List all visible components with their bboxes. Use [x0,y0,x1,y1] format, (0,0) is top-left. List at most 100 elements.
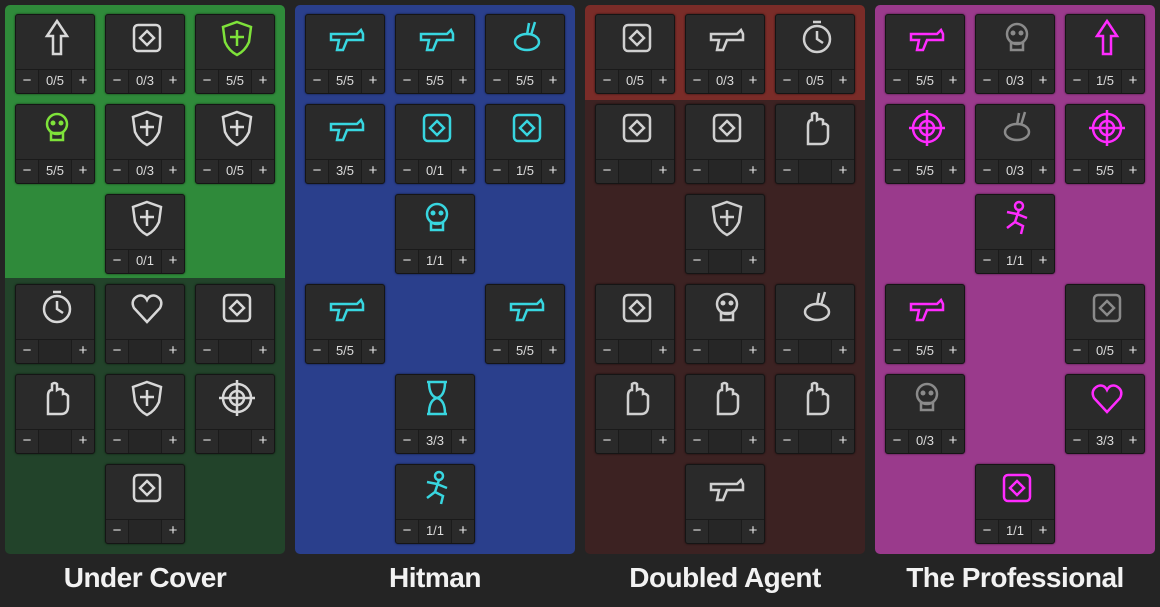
decrease-rank-button[interactable]: − [596,160,618,183]
skill-slot[interactable]: −0/5 + [595,14,675,94]
increase-rank-button[interactable]: + [72,340,94,363]
skill-slot[interactable]: −5/5 + [305,284,385,364]
decrease-rank-button[interactable]: − [976,520,998,543]
decrease-rank-button[interactable]: − [106,70,128,93]
skill-slot[interactable]: −1/5 + [1065,14,1145,94]
increase-rank-button[interactable]: + [1122,430,1144,453]
increase-rank-button[interactable]: + [652,70,674,93]
increase-rank-button[interactable]: + [162,520,184,543]
skill-slot[interactable]: − + [105,374,185,454]
decrease-rank-button[interactable]: − [776,70,798,93]
decrease-rank-button[interactable]: − [976,70,998,93]
decrease-rank-button[interactable]: − [596,340,618,363]
increase-rank-button[interactable]: + [452,520,474,543]
decrease-rank-button[interactable]: − [1066,160,1088,183]
decrease-rank-button[interactable]: − [886,160,908,183]
skill-slot[interactable]: − + [685,374,765,454]
skill-slot[interactable]: −1/1 + [975,464,1055,544]
skill-slot[interactable]: −0/3 + [975,14,1055,94]
skill-slot[interactable]: −5/5 + [15,104,95,184]
increase-rank-button[interactable]: + [162,340,184,363]
skill-slot[interactable]: − + [775,374,855,454]
increase-rank-button[interactable]: + [742,340,764,363]
increase-rank-button[interactable]: + [832,430,854,453]
increase-rank-button[interactable]: + [742,520,764,543]
increase-rank-button[interactable]: + [72,70,94,93]
skill-slot[interactable]: −0/3 + [885,374,965,454]
increase-rank-button[interactable]: + [162,250,184,273]
decrease-rank-button[interactable]: − [886,70,908,93]
decrease-rank-button[interactable]: − [686,160,708,183]
skill-slot[interactable]: − + [775,284,855,364]
decrease-rank-button[interactable]: − [686,340,708,363]
increase-rank-button[interactable]: + [362,340,384,363]
increase-rank-button[interactable]: + [942,70,964,93]
skill-slot[interactable]: −3/3 + [1065,374,1145,454]
skill-slot[interactable]: −0/5 + [1065,284,1145,364]
skill-slot[interactable]: −3/3 + [395,374,475,454]
decrease-rank-button[interactable]: − [16,430,38,453]
decrease-rank-button[interactable]: − [196,70,218,93]
decrease-rank-button[interactable]: − [306,340,328,363]
skill-slot[interactable]: −5/5 + [885,284,965,364]
decrease-rank-button[interactable]: − [106,520,128,543]
increase-rank-button[interactable]: + [742,250,764,273]
increase-rank-button[interactable]: + [252,430,274,453]
skill-slot[interactable]: −1/1 + [395,464,475,544]
skill-slot[interactable]: −0/1 + [105,194,185,274]
decrease-rank-button[interactable]: − [106,340,128,363]
skill-slot[interactable]: −5/5 + [1065,104,1145,184]
increase-rank-button[interactable]: + [942,430,964,453]
increase-rank-button[interactable]: + [452,430,474,453]
skill-slot[interactable]: −1/5 + [485,104,565,184]
decrease-rank-button[interactable]: − [776,340,798,363]
increase-rank-button[interactable]: + [162,160,184,183]
increase-rank-button[interactable]: + [1032,520,1054,543]
decrease-rank-button[interactable]: − [886,430,908,453]
skill-slot[interactable]: −0/5 + [195,104,275,184]
decrease-rank-button[interactable]: − [196,160,218,183]
skill-slot[interactable]: − + [775,104,855,184]
skill-slot[interactable]: − + [595,284,675,364]
decrease-rank-button[interactable]: − [106,430,128,453]
skill-slot[interactable]: −5/5 + [885,14,965,94]
increase-rank-button[interactable]: + [542,160,564,183]
skill-slot[interactable]: −1/1 + [975,194,1055,274]
skill-slot[interactable]: − + [685,464,765,544]
decrease-rank-button[interactable]: − [776,160,798,183]
decrease-rank-button[interactable]: − [16,70,38,93]
increase-rank-button[interactable]: + [832,70,854,93]
skill-slot[interactable]: −0/3 + [105,14,185,94]
skill-slot[interactable]: −0/1 + [395,104,475,184]
increase-rank-button[interactable]: + [252,340,274,363]
decrease-rank-button[interactable]: − [596,70,618,93]
decrease-rank-button[interactable]: − [686,520,708,543]
increase-rank-button[interactable]: + [542,340,564,363]
increase-rank-button[interactable]: + [652,160,674,183]
decrease-rank-button[interactable]: − [596,430,618,453]
decrease-rank-button[interactable]: − [306,160,328,183]
increase-rank-button[interactable]: + [452,70,474,93]
skill-slot[interactable]: −5/5 + [305,14,385,94]
increase-rank-button[interactable]: + [252,70,274,93]
skill-slot[interactable]: −0/3 + [975,104,1055,184]
decrease-rank-button[interactable]: − [886,340,908,363]
increase-rank-button[interactable]: + [1032,250,1054,273]
increase-rank-button[interactable]: + [1032,160,1054,183]
skill-slot[interactable]: −5/5 + [395,14,475,94]
skill-slot[interactable]: − + [195,284,275,364]
increase-rank-button[interactable]: + [362,70,384,93]
increase-rank-button[interactable]: + [542,70,564,93]
decrease-rank-button[interactable]: − [306,70,328,93]
decrease-rank-button[interactable]: − [486,70,508,93]
increase-rank-button[interactable]: + [742,70,764,93]
increase-rank-button[interactable]: + [452,250,474,273]
increase-rank-button[interactable]: + [1122,160,1144,183]
increase-rank-button[interactable]: + [1122,70,1144,93]
increase-rank-button[interactable]: + [652,430,674,453]
decrease-rank-button[interactable]: − [396,160,418,183]
skill-slot[interactable]: −0/3 + [105,104,185,184]
skill-slot[interactable]: − + [685,194,765,274]
decrease-rank-button[interactable]: − [686,250,708,273]
decrease-rank-button[interactable]: − [396,250,418,273]
